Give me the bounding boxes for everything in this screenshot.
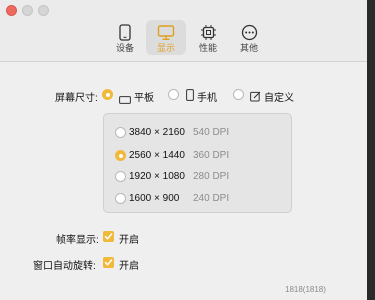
monitor-icon — [146, 24, 186, 42]
tab-label: 性能 — [198, 43, 217, 53]
edit-icon — [250, 89, 261, 107]
auto-rotate-checkbox[interactable] — [103, 257, 114, 268]
resolution-size: 1600 × 900 — [129, 193, 180, 204]
watermark: 1818(1818) — [285, 285, 326, 294]
tablet-icon — [119, 91, 131, 109]
tab-label: 其他 — [239, 43, 258, 53]
auto-rotate-value-label: 开启 — [119, 261, 139, 272]
resolution-size: 3840 × 2160 — [129, 127, 185, 138]
screen-size-label: 屏幕尺寸: — [55, 93, 98, 104]
maximize-window-button[interactable] — [38, 5, 49, 16]
toolbar: 设备 显示 性能 其他 — [0, 0, 367, 62]
resolution-size: 1920 × 1080 — [129, 171, 185, 182]
settings-window: 设备 显示 性能 其他 屏幕尺寸: 平板 手机 自定义 3840 × 2160 … — [0, 0, 367, 300]
frame-rate-value-label: 开启 — [119, 235, 139, 246]
checkmark-icon — [104, 233, 113, 240]
chip-icon — [188, 24, 228, 42]
resolution-dpi: 280 DPI — [193, 171, 230, 182]
phone-icon — [105, 24, 145, 42]
tab-performance[interactable]: 性能 — [188, 20, 228, 55]
resolution-radio[interactable] — [115, 171, 126, 182]
resolution-panel: 3840 × 2160 540 DPI 2560 × 1440 360 DPI … — [103, 113, 292, 213]
custom-option-label: 自定义 — [264, 93, 294, 104]
close-window-button[interactable] — [6, 5, 17, 16]
tab-device[interactable]: 设备 — [105, 20, 145, 55]
tab-other[interactable]: 其他 — [229, 20, 269, 55]
checkmark-icon — [104, 259, 113, 266]
tablet-radio[interactable] — [102, 89, 113, 100]
tab-label: 显示 — [156, 43, 175, 53]
phone-radio[interactable] — [168, 89, 179, 100]
resolution-dpi: 360 DPI — [193, 150, 230, 161]
resolution-option[interactable]: 3840 × 2160 540 DPI — [104, 126, 291, 140]
frame-rate-checkbox[interactable] — [103, 231, 114, 242]
minimize-window-button[interactable] — [22, 5, 33, 16]
phone-icon — [186, 88, 194, 106]
resolution-option[interactable]: 1920 × 1080 280 DPI — [104, 170, 291, 184]
resolution-radio[interactable] — [115, 127, 126, 138]
more-icon — [229, 24, 269, 42]
resolution-size: 2560 × 1440 — [129, 150, 185, 161]
phone-option-label: 手机 — [197, 93, 217, 104]
resolution-option[interactable]: 2560 × 1440 360 DPI — [104, 149, 291, 163]
resolution-radio[interactable] — [115, 150, 126, 161]
custom-radio[interactable] — [233, 89, 244, 100]
tab-label: 设备 — [115, 43, 134, 53]
tab-display[interactable]: 显示 — [146, 20, 186, 55]
frame-rate-label: 帧率显示: — [56, 235, 99, 246]
auto-rotate-label: 窗口自动旋转: — [33, 261, 96, 272]
resolution-option[interactable]: 1600 × 900 240 DPI — [104, 192, 291, 206]
resolution-dpi: 240 DPI — [193, 193, 230, 204]
resolution-radio[interactable] — [115, 193, 126, 204]
tablet-option-label: 平板 — [134, 93, 154, 104]
resolution-dpi: 540 DPI — [193, 127, 230, 138]
